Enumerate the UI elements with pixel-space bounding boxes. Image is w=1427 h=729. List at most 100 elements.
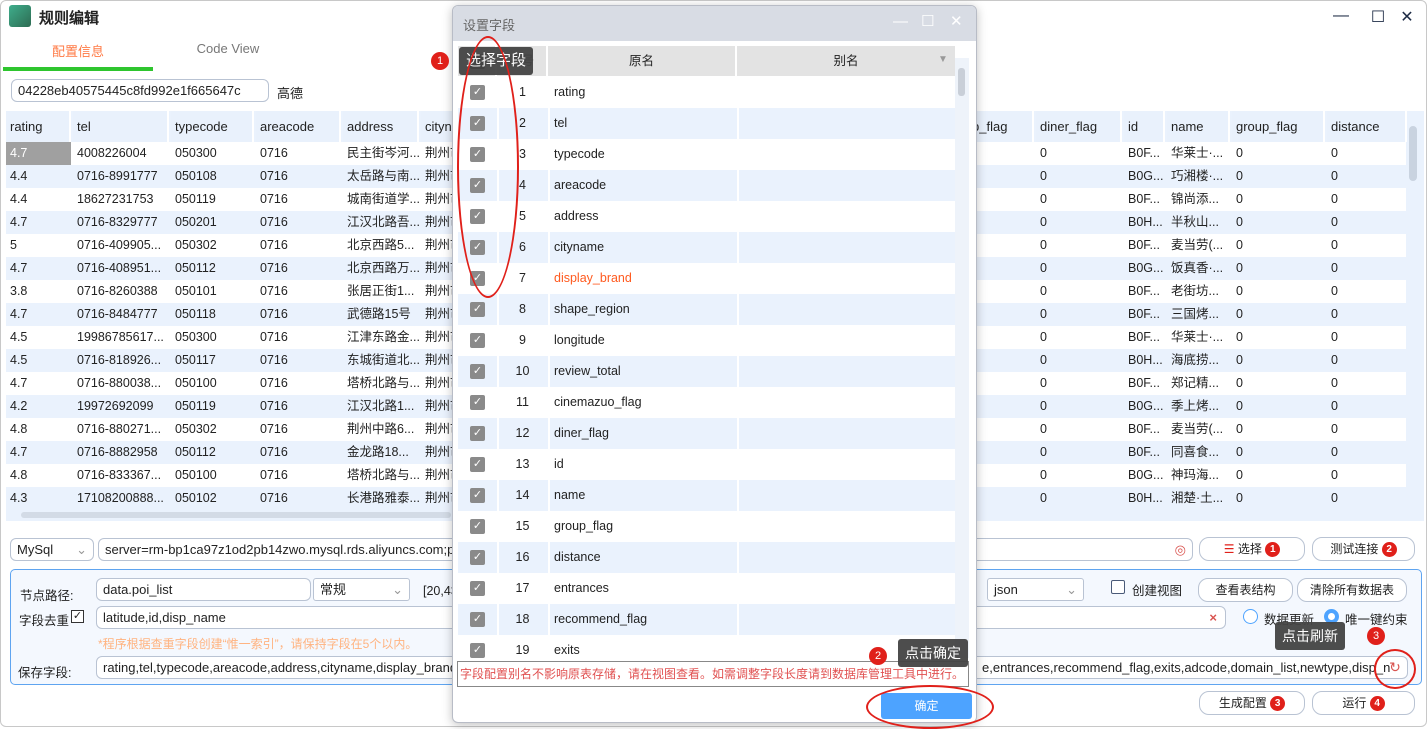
- field-row[interactable]: ✓ 16 distance: [458, 542, 955, 573]
- field-checkbox[interactable]: ✓: [470, 488, 485, 503]
- field-row[interactable]: ✓ 15 group_flag: [458, 511, 955, 542]
- tab-config-info[interactable]: 配置信息: [3, 41, 153, 60]
- dedup-checkbox[interactable]: ✓: [71, 610, 84, 623]
- field-row[interactable]: ✓ 1 rating: [458, 77, 955, 108]
- field-row[interactable]: ✓ 9 longitude: [458, 325, 955, 356]
- field-row[interactable]: ✓ 14 name: [458, 480, 955, 511]
- clear-icon[interactable]: ×: [1209, 607, 1217, 628]
- select-db-button[interactable]: ☰ 选择 1: [1199, 537, 1305, 561]
- field-row[interactable]: ✓ 10 review_total: [458, 356, 955, 387]
- db-type-select[interactable]: MySql ⌄: [10, 538, 94, 561]
- tab-code-view[interactable]: Code View: [153, 41, 303, 56]
- table-cell: 3.8: [10, 284, 28, 298]
- field-checkbox[interactable]: ✓: [470, 612, 485, 627]
- table-cell: 0: [1331, 445, 1338, 459]
- field-checkbox[interactable]: ✓: [470, 426, 485, 441]
- field-row[interactable]: ✓ 5 address: [458, 201, 955, 232]
- field-alias-input[interactable]: [739, 263, 955, 294]
- maximize-button[interactable]: ☐: [1368, 7, 1388, 27]
- field-alias-input[interactable]: [739, 77, 955, 108]
- field-checkbox[interactable]: ✓: [470, 302, 485, 317]
- table-cell: 0716: [260, 238, 288, 252]
- field-checkbox[interactable]: ✓: [470, 550, 485, 565]
- table-cell: 江汉北路吾...: [347, 215, 419, 229]
- field-index: 9: [519, 333, 526, 347]
- field-alias-input[interactable]: [739, 542, 955, 573]
- field-row[interactable]: ✓ 4 areacode: [458, 170, 955, 201]
- run-button[interactable]: 运行 4: [1312, 691, 1415, 715]
- field-row[interactable]: ✓ 11 cinemazuo_flag: [458, 387, 955, 418]
- field-checkbox[interactable]: ✓: [470, 395, 485, 410]
- grid-vertical-scrollbar[interactable]: [1409, 126, 1417, 181]
- dialog-scrollbar-track[interactable]: [955, 58, 969, 658]
- field-row[interactable]: ✓ 13 id: [458, 449, 955, 480]
- test-connection-button[interactable]: 测试连接 2: [1312, 537, 1415, 561]
- field-original-name: entrances: [554, 581, 609, 595]
- table-cell: 0: [1040, 169, 1047, 183]
- field-checkbox[interactable]: ✓: [470, 643, 485, 658]
- field-alias-input[interactable]: [739, 387, 955, 418]
- radio-unique-constraint-label: 唯一键约束: [1345, 613, 1408, 627]
- table-cell: B0F...: [1128, 445, 1160, 459]
- field-alias-input[interactable]: [739, 139, 955, 170]
- dedup-fields-value: latitude,id,disp_name: [103, 610, 226, 625]
- field-row[interactable]: ✓ 7 display_brand: [458, 263, 955, 294]
- table-cell: 武德路15号: [347, 307, 411, 321]
- field-alias-input[interactable]: [739, 604, 955, 635]
- field-alias-input[interactable]: [739, 480, 955, 511]
- fields-table[interactable]: 序号 原名 别名 ▼ ✓1rating✓2tel✓3typecode✓4area…: [458, 46, 955, 663]
- table-cell: 050201: [175, 215, 217, 229]
- field-checkbox[interactable]: ✓: [470, 364, 485, 379]
- field-checkbox[interactable]: ✓: [470, 581, 485, 596]
- mode-select[interactable]: 常规 ⌄: [313, 578, 410, 601]
- field-alias-input[interactable]: [739, 108, 955, 139]
- minimize-button[interactable]: —: [1331, 7, 1351, 25]
- radio-data-update[interactable]: [1243, 609, 1258, 624]
- table-cell: 0: [1331, 353, 1338, 367]
- field-row[interactable]: ✓ 8 shape_region: [458, 294, 955, 325]
- field-alias-input[interactable]: [739, 294, 955, 325]
- api-key-input[interactable]: 04228eb40575445c8fd992e1f665647c: [11, 79, 269, 102]
- field-alias-input[interactable]: [739, 201, 955, 232]
- table-cell: B0F...: [1128, 192, 1160, 206]
- field-row[interactable]: ✓ 17 entrances: [458, 573, 955, 604]
- dialog-title: 设置字段: [463, 18, 516, 33]
- field-checkbox[interactable]: ✓: [470, 457, 485, 472]
- field-row[interactable]: ✓ 12 diner_flag: [458, 418, 955, 449]
- clear-tables-button[interactable]: 清除所有数据表: [1297, 578, 1407, 602]
- field-row[interactable]: ✓ 2 tel: [458, 108, 955, 139]
- generate-config-button[interactable]: 生成配置 3: [1199, 691, 1305, 715]
- table-cell: 0: [1331, 146, 1338, 160]
- table-cell: 张居正街1...: [347, 284, 415, 298]
- close-button[interactable]: ✕: [1397, 7, 1417, 27]
- table-cell: 0: [1331, 307, 1338, 321]
- field-alias-input[interactable]: [739, 449, 955, 480]
- table-cell: 19972692099: [77, 399, 154, 413]
- field-alias-input[interactable]: [739, 511, 955, 542]
- table-cell: 050108: [175, 169, 217, 183]
- annotation-badge-1: 1: [431, 52, 449, 70]
- field-checkbox[interactable]: ✓: [470, 333, 485, 348]
- view-structure-button[interactable]: 查看表结构: [1198, 578, 1293, 602]
- field-alias-input[interactable]: [739, 170, 955, 201]
- table-cell: B0F...: [1128, 307, 1160, 321]
- eye-icon[interactable]: ◎: [1175, 539, 1186, 560]
- field-alias-input[interactable]: [739, 325, 955, 356]
- dialog-close-button[interactable]: ✕: [950, 12, 963, 30]
- create-view-checkbox[interactable]: [1111, 580, 1125, 594]
- field-row[interactable]: ✓ 3 typecode: [458, 139, 955, 170]
- format-select[interactable]: json ⌄: [987, 578, 1084, 601]
- field-alias-input[interactable]: [739, 418, 955, 449]
- field-checkbox[interactable]: ✓: [470, 519, 485, 534]
- dialog-minimize-button[interactable]: —: [893, 13, 908, 30]
- grid-horizontal-scrollbar[interactable]: [21, 512, 451, 518]
- dialog-scrollbar-thumb[interactable]: [958, 68, 965, 96]
- node-path-input[interactable]: data.poi_list: [96, 578, 311, 601]
- field-row[interactable]: ✓ 6 cityname: [458, 232, 955, 263]
- table-cell: 湘楚·土...: [1171, 491, 1224, 505]
- field-row[interactable]: ✓ 18 recommend_flag: [458, 604, 955, 635]
- field-alias-input[interactable]: [739, 573, 955, 604]
- field-alias-input[interactable]: [739, 232, 955, 263]
- dialog-maximize-button[interactable]: ☐: [921, 12, 934, 30]
- field-alias-input[interactable]: [739, 356, 955, 387]
